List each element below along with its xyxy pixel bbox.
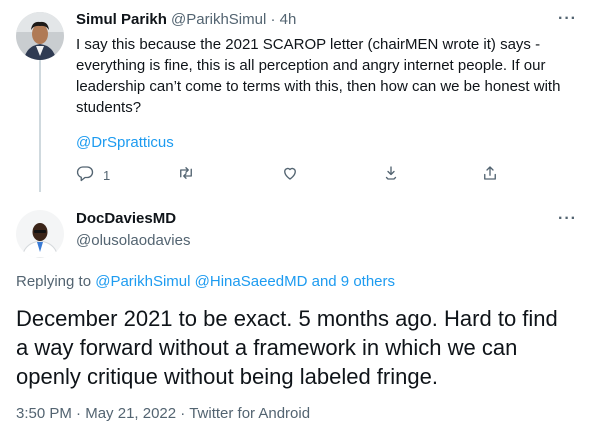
tweet2-source[interactable]: Twitter for Android bbox=[189, 405, 310, 422]
like-button[interactable] bbox=[281, 164, 299, 187]
like-icon bbox=[281, 164, 299, 187]
share-button[interactable] bbox=[481, 164, 499, 187]
tweet1-author-handle[interactable]: @ParikhSimul bbox=[171, 11, 266, 28]
replying-to-line: Replying to @ParikhSimul @HinaSaeedMD an… bbox=[16, 273, 395, 290]
tweet1-action-bar: 1 bbox=[76, 164, 496, 186]
replying-to-user-hinasaeedmd[interactable]: @HinaSaeedMD bbox=[195, 273, 308, 290]
download-icon bbox=[382, 164, 400, 187]
tweet1-author-name[interactable]: Simul Parikh bbox=[76, 11, 167, 28]
tweet1-more-button[interactable]: ··· bbox=[558, 10, 577, 28]
tweet2-date[interactable]: May 21, 2022 bbox=[85, 405, 176, 422]
tweet2-author-handle[interactable]: @olusolaodavies bbox=[76, 232, 190, 249]
tweet1-text: I say this because the 2021 SCAROP lette… bbox=[76, 36, 561, 116]
retweet-button[interactable] bbox=[177, 164, 195, 187]
tweet1-time[interactable]: 4h bbox=[280, 11, 297, 28]
reply-count: 1 bbox=[103, 168, 111, 183]
tweet2-meta-sep2: · bbox=[176, 405, 190, 422]
avatar-docdaviesmd[interactable] bbox=[16, 210, 64, 258]
replying-to-prefix: Replying to bbox=[16, 273, 96, 290]
download-button[interactable] bbox=[382, 164, 400, 187]
reply-icon bbox=[76, 164, 94, 187]
retweet-icon bbox=[177, 164, 195, 187]
tweet1-header: Simul Parikh @ParikhSimul · 4h bbox=[76, 11, 296, 28]
thread-connector-line bbox=[39, 60, 41, 192]
tweet2-meta-sep1: · bbox=[71, 405, 86, 422]
tweet1-separator: · bbox=[266, 11, 280, 28]
share-icon bbox=[481, 164, 499, 187]
tweet2-meta: 3:50 PM · May 21, 2022 · Twitter for And… bbox=[16, 405, 310, 422]
avatar-simul-parikh[interactable] bbox=[16, 12, 64, 60]
tweet2-text: December 2021 to be exact. 5 months ago.… bbox=[16, 306, 558, 389]
reply-button[interactable]: 1 bbox=[76, 164, 110, 187]
tweet1-mention-link[interactable]: @DrSpratticus bbox=[76, 134, 174, 151]
replying-to-others-link[interactable]: and 9 others bbox=[312, 273, 395, 290]
tweet2-author-name[interactable]: DocDaviesMD bbox=[76, 210, 176, 227]
tweet2-time[interactable]: 3:50 PM bbox=[16, 405, 72, 422]
tweet2-more-button[interactable]: ··· bbox=[558, 210, 577, 228]
replying-to-user-parikhsimul[interactable]: @ParikhSimul bbox=[95, 273, 190, 290]
